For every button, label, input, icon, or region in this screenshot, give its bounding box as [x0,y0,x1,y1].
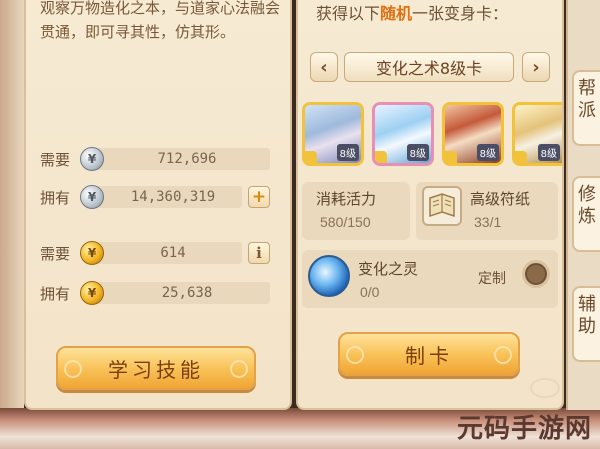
transform-card[interactable]: 8级 [512,102,562,166]
star-icon [375,151,387,163]
reward-prefix: 获得以下 [316,4,381,23]
silver-required-label: 需要 [40,150,71,169]
reward-highlight: 随机 [380,4,413,23]
energy-label: 消耗活力 [316,190,377,208]
tab-guild[interactable]: 帮派 [572,70,600,146]
gold-owned-label: 拥有 [40,284,71,303]
card-type-selector[interactable]: 变化之术8级卡 [344,52,514,82]
transform-card[interactable]: 8级 [372,102,434,166]
next-card-type-button[interactable]: › [522,52,550,82]
transform-card[interactable]: 8级 [442,102,504,166]
star-icon [305,151,317,163]
paper-label: 高级符纸 [470,190,531,208]
gold-required-row: 需要 ¥ 614 i [40,240,270,266]
star-icon [515,151,527,163]
left-background-edge [0,0,24,410]
learn-skill-button[interactable]: 学习技能 [56,346,256,390]
reward-suffix: 一张变身卡： [412,4,509,23]
card-level: 8级 [476,144,499,161]
silver-owned-label: 拥有 [40,188,71,207]
custom-label: 定制 [478,271,506,287]
silver-required-row: 需要 ¥ 712,696 [40,146,270,172]
card-level: 8级 [336,144,359,161]
silver-required-value: 712,696 [96,148,270,170]
energy-cost-box: 消耗活力 580/150 [302,182,410,240]
spirit-value: 0/0 [360,284,380,300]
silver-owned-value: 14,360,319 [96,186,242,208]
silver-coin-icon: ¥ [80,185,104,209]
tab-cultivation[interactable]: 修炼 [572,176,600,252]
gold-coin-icon: ¥ [80,241,104,265]
gold-owned-value: 25,638 [96,282,270,304]
gold-coin-icon: ¥ [80,281,104,305]
custom-toggle[interactable] [522,260,550,288]
spirit-orb-icon [308,255,350,297]
tab-assist[interactable]: 辅助 [572,286,600,362]
energy-value: 580/150 [320,214,371,230]
craft-card-button[interactable]: 制卡 [338,332,520,376]
cloud-decoration-icon [530,378,560,398]
star-icon [445,151,457,163]
gold-required-label: 需要 [40,244,71,263]
skill-description: 观察万物造化之本，与道家心法融会贯通，即可寻其性，仿其形。 [40,0,281,41]
spirit-box: 变化之灵 0/0 定制 [302,250,558,308]
talisman-paper-box: 高级符纸 33/1 [416,182,558,240]
card-level: 8级 [406,144,429,161]
reward-description: 获得以下随机一张变身卡： [316,0,508,24]
info-button[interactable]: i [248,242,270,264]
watermark: 元码手游网 [456,414,592,444]
card-level: 8级 [537,144,560,161]
gold-owned-row: 拥有 ¥ 25,638 [40,280,270,306]
add-silver-button[interactable]: + [248,186,270,208]
prev-card-type-button[interactable]: ‹ [310,52,338,82]
silver-owned-row: 拥有 ¥ 14,360,319 + [40,184,270,210]
paper-value: 33/1 [474,214,502,230]
gold-required-value: 614 [96,242,242,264]
transform-card[interactable]: 8级 [302,102,364,166]
scroll-icon [422,186,462,226]
spirit-label: 变化之灵 [358,260,419,278]
silver-coin-icon: ¥ [80,147,104,171]
